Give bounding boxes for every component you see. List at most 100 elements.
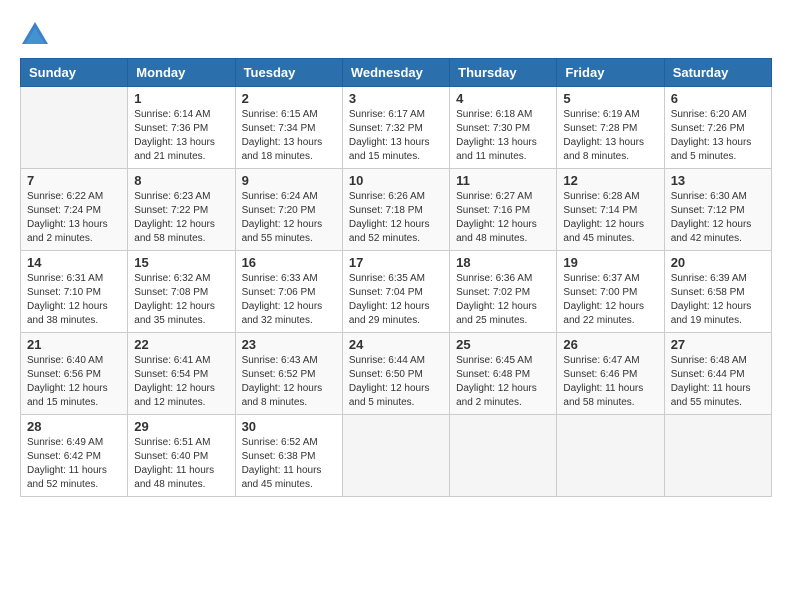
calendar-day-cell: 27 Sunrise: 6:48 AM Sunset: 6:44 PM Dayli… xyxy=(664,333,771,415)
calendar-day-cell xyxy=(664,415,771,497)
calendar-week-row: 14 Sunrise: 6:31 AM Sunset: 7:10 PM Dayli… xyxy=(21,251,772,333)
calendar-day-cell: 12 Sunrise: 6:28 AM Sunset: 7:14 PM Dayli… xyxy=(557,169,664,251)
day-number: 20 xyxy=(671,255,765,270)
calendar-day-cell: 24Sunrise: 6:44 AM Sunset: 6:50 PM Dayli… xyxy=(342,333,449,415)
day-number: 10 xyxy=(349,173,443,188)
calendar-day-header: Thursday xyxy=(450,59,557,87)
calendar-day-cell: 8 Sunrise: 6:23 AM Sunset: 7:22 PM Daylig… xyxy=(128,169,235,251)
day-number: 18 xyxy=(456,255,550,270)
calendar-week-row: 1 Sunrise: 6:14 AM Sunset: 7:36 PM Daylig… xyxy=(21,87,772,169)
day-number: 27 xyxy=(671,337,765,352)
calendar-day-cell: 11 Sunrise: 6:27 AM Sunset: 7:16 PM Dayli… xyxy=(450,169,557,251)
calendar-day-cell: 19Sunrise: 6:37 AM Sunset: 7:00 PM Dayli… xyxy=(557,251,664,333)
calendar-day-cell: 23 Sunrise: 6:43 AM Sunset: 6:52 PM Dayli… xyxy=(235,333,342,415)
calendar-day-cell: 22 Sunrise: 6:41 AM Sunset: 6:54 PM Dayli… xyxy=(128,333,235,415)
calendar-day-cell: 10 Sunrise: 6:26 AM Sunset: 7:18 PM Dayli… xyxy=(342,169,449,251)
calendar-day-cell: 9 Sunrise: 6:24 AM Sunset: 7:20 PM Daylig… xyxy=(235,169,342,251)
day-number: 5 xyxy=(563,91,657,106)
day-info: Sunrise: 6:24 AM Sunset: 7:20 PM Dayligh… xyxy=(242,190,336,246)
calendar-day-cell: 18 Sunrise: 6:36 AM Sunset: 7:02 PM Dayli… xyxy=(450,251,557,333)
day-number: 17 xyxy=(349,255,443,270)
day-number: 26 xyxy=(563,337,657,352)
calendar-day-cell: 17 Sunrise: 6:35 AM Sunset: 7:04 PM Dayli… xyxy=(342,251,449,333)
day-info: Sunrise: 6:15 AM Sunset: 7:34 PM Dayligh… xyxy=(242,108,336,164)
calendar-day-cell: 4Sunrise: 6:18 AM Sunset: 7:30 PM Daylig… xyxy=(450,87,557,169)
day-info: Sunrise: 6:22 AM Sunset: 7:24 PM Dayligh… xyxy=(27,190,121,246)
day-number: 8 xyxy=(134,173,228,188)
day-number: 7 xyxy=(27,173,121,188)
day-number: 6 xyxy=(671,91,765,106)
day-info: Sunrise: 6:17 AM Sunset: 7:32 PM Dayligh… xyxy=(349,108,443,164)
calendar-day-cell: 13Sunrise: 6:30 AM Sunset: 7:12 PM Dayli… xyxy=(664,169,771,251)
day-info: Sunrise: 6:28 AM Sunset: 7:14 PM Dayligh… xyxy=(563,190,657,246)
calendar-day-cell xyxy=(342,415,449,497)
day-number: 12 xyxy=(563,173,657,188)
day-info: Sunrise: 6:43 AM Sunset: 6:52 PM Dayligh… xyxy=(242,354,336,410)
calendar-day-cell: 2 Sunrise: 6:15 AM Sunset: 7:34 PM Daylig… xyxy=(235,87,342,169)
calendar-day-cell: 15Sunrise: 6:32 AM Sunset: 7:08 PM Dayli… xyxy=(128,251,235,333)
calendar-day-cell: 14 Sunrise: 6:31 AM Sunset: 7:10 PM Dayli… xyxy=(21,251,128,333)
page-header xyxy=(20,20,772,48)
day-info: Sunrise: 6:20 AM Sunset: 7:26 PM Dayligh… xyxy=(671,108,765,164)
day-info: Sunrise: 6:18 AM Sunset: 7:30 PM Dayligh… xyxy=(456,108,550,164)
calendar-day-cell xyxy=(557,415,664,497)
calendar-table: SundayMondayTuesdayWednesdayThursdayFrid… xyxy=(20,58,772,497)
calendar-day-cell xyxy=(450,415,557,497)
day-number: 2 xyxy=(242,91,336,106)
day-number: 9 xyxy=(242,173,336,188)
day-number: 1 xyxy=(134,91,228,106)
calendar-header-row: SundayMondayTuesdayWednesdayThursdayFrid… xyxy=(21,59,772,87)
calendar-day-cell: 3 Sunrise: 6:17 AM Sunset: 7:32 PM Daylig… xyxy=(342,87,449,169)
calendar-day-header: Friday xyxy=(557,59,664,87)
day-info: Sunrise: 6:51 AM Sunset: 6:40 PM Dayligh… xyxy=(134,436,228,492)
day-info: Sunrise: 6:40 AM Sunset: 6:56 PM Dayligh… xyxy=(27,354,121,410)
day-info: Sunrise: 6:31 AM Sunset: 7:10 PM Dayligh… xyxy=(27,272,121,328)
day-info: Sunrise: 6:19 AM Sunset: 7:28 PM Dayligh… xyxy=(563,108,657,164)
calendar-day-cell: 29 Sunrise: 6:51 AM Sunset: 6:40 PM Dayli… xyxy=(128,415,235,497)
calendar-week-row: 7 Sunrise: 6:22 AM Sunset: 7:24 PM Daylig… xyxy=(21,169,772,251)
day-info: Sunrise: 6:35 AM Sunset: 7:04 PM Dayligh… xyxy=(349,272,443,328)
day-number: 23 xyxy=(242,337,336,352)
day-info: Sunrise: 6:39 AM Sunset: 6:58 PM Dayligh… xyxy=(671,272,765,328)
calendar-day-header: Saturday xyxy=(664,59,771,87)
day-info: Sunrise: 6:14 AM Sunset: 7:36 PM Dayligh… xyxy=(134,108,228,164)
day-number: 3 xyxy=(349,91,443,106)
day-number: 13 xyxy=(671,173,765,188)
calendar-day-cell: 25Sunrise: 6:45 AM Sunset: 6:48 PM Dayli… xyxy=(450,333,557,415)
day-info: Sunrise: 6:23 AM Sunset: 7:22 PM Dayligh… xyxy=(134,190,228,246)
calendar-day-cell: 21 Sunrise: 6:40 AM Sunset: 6:56 PM Dayli… xyxy=(21,333,128,415)
day-number: 14 xyxy=(27,255,121,270)
day-info: Sunrise: 6:44 AM Sunset: 6:50 PM Dayligh… xyxy=(349,354,443,410)
logo xyxy=(20,20,54,48)
calendar-day-cell: 20 Sunrise: 6:39 AM Sunset: 6:58 PM Dayli… xyxy=(664,251,771,333)
calendar-day-cell: 1 Sunrise: 6:14 AM Sunset: 7:36 PM Daylig… xyxy=(128,87,235,169)
day-number: 11 xyxy=(456,173,550,188)
calendar-day-header: Tuesday xyxy=(235,59,342,87)
calendar-day-cell: 5 Sunrise: 6:19 AM Sunset: 7:28 PM Daylig… xyxy=(557,87,664,169)
calendar-week-row: 28 Sunrise: 6:49 AM Sunset: 6:42 PM Dayli… xyxy=(21,415,772,497)
day-number: 28 xyxy=(27,419,121,434)
calendar-day-header: Wednesday xyxy=(342,59,449,87)
day-info: Sunrise: 6:27 AM Sunset: 7:16 PM Dayligh… xyxy=(456,190,550,246)
calendar-day-cell: 7 Sunrise: 6:22 AM Sunset: 7:24 PM Daylig… xyxy=(21,169,128,251)
calendar-day-cell: 16Sunrise: 6:33 AM Sunset: 7:06 PM Dayli… xyxy=(235,251,342,333)
calendar-day-cell: 28 Sunrise: 6:49 AM Sunset: 6:42 PM Dayli… xyxy=(21,415,128,497)
logo-icon xyxy=(20,20,50,48)
day-number: 25 xyxy=(456,337,550,352)
day-info: Sunrise: 6:48 AM Sunset: 6:44 PM Dayligh… xyxy=(671,354,765,410)
day-number: 19 xyxy=(563,255,657,270)
day-number: 21 xyxy=(27,337,121,352)
day-number: 22 xyxy=(134,337,228,352)
calendar-week-row: 21 Sunrise: 6:40 AM Sunset: 6:56 PM Dayli… xyxy=(21,333,772,415)
day-number: 29 xyxy=(134,419,228,434)
calendar-day-cell: 26 Sunrise: 6:47 AM Sunset: 6:46 PM Dayli… xyxy=(557,333,664,415)
day-info: Sunrise: 6:33 AM Sunset: 7:06 PM Dayligh… xyxy=(242,272,336,328)
day-info: Sunrise: 6:49 AM Sunset: 6:42 PM Dayligh… xyxy=(27,436,121,492)
day-info: Sunrise: 6:36 AM Sunset: 7:02 PM Dayligh… xyxy=(456,272,550,328)
day-info: Sunrise: 6:47 AM Sunset: 6:46 PM Dayligh… xyxy=(563,354,657,410)
calendar-day-header: Monday xyxy=(128,59,235,87)
day-info: Sunrise: 6:26 AM Sunset: 7:18 PM Dayligh… xyxy=(349,190,443,246)
day-info: Sunrise: 6:41 AM Sunset: 6:54 PM Dayligh… xyxy=(134,354,228,410)
calendar-day-cell: 6 Sunrise: 6:20 AM Sunset: 7:26 PM Daylig… xyxy=(664,87,771,169)
calendar-day-cell xyxy=(21,87,128,169)
